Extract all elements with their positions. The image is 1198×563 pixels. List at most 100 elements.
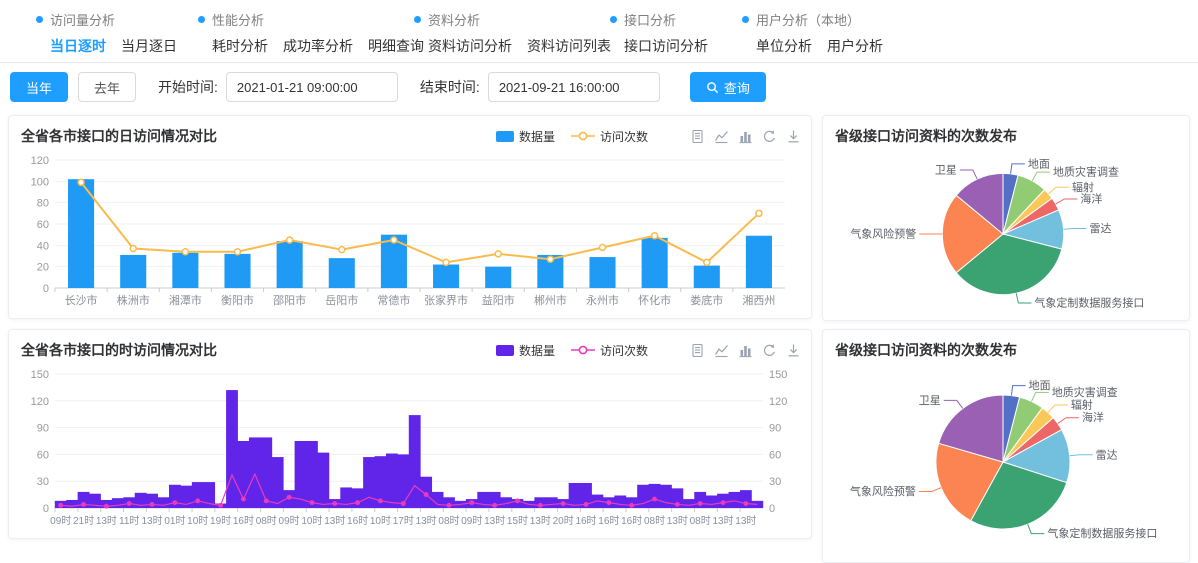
line-marker[interactable] — [653, 497, 656, 500]
legend-item-line-series[interactable]: 访问次数 — [571, 128, 648, 145]
line-marker[interactable] — [652, 233, 658, 239]
nav-item-4-0[interactable]: 单位分析 — [756, 36, 812, 56]
bar[interactable] — [158, 497, 170, 508]
line-marker[interactable] — [443, 259, 449, 265]
bar-chart-icon[interactable] — [738, 343, 753, 358]
line-marker[interactable] — [59, 504, 62, 507]
this-year-button[interactable]: 当年 — [10, 72, 68, 102]
bar[interactable] — [192, 482, 204, 508]
bar[interactable] — [277, 241, 303, 288]
bar[interactable] — [224, 254, 250, 288]
line-marker[interactable] — [470, 501, 473, 504]
bar[interactable] — [386, 454, 398, 508]
line-marker[interactable] — [447, 504, 450, 507]
nav-item-0-0[interactable]: 当日逐时 — [50, 36, 106, 56]
line-marker[interactable] — [600, 244, 606, 250]
line-marker[interactable] — [235, 249, 241, 255]
line-marker[interactable] — [333, 502, 336, 505]
bar[interactable] — [397, 454, 409, 508]
line-marker[interactable] — [78, 179, 84, 185]
line-marker[interactable] — [698, 502, 701, 505]
line-marker[interactable] — [391, 237, 397, 243]
line-marker[interactable] — [310, 501, 313, 504]
restore-icon[interactable] — [762, 343, 777, 358]
bar[interactable] — [112, 498, 124, 508]
line-marker[interactable] — [379, 499, 382, 502]
start-time-input[interactable] — [226, 72, 398, 102]
line-marker[interactable] — [493, 504, 496, 507]
bar[interactable] — [260, 437, 272, 508]
line-marker[interactable] — [173, 501, 176, 504]
line-marker[interactable] — [744, 502, 747, 505]
line-marker[interactable] — [287, 496, 290, 499]
line-marker[interactable] — [402, 502, 405, 505]
line-marker[interactable] — [265, 499, 268, 502]
bar[interactable] — [660, 485, 672, 508]
bar[interactable] — [485, 267, 511, 288]
nav-item-2-0[interactable]: 资料访问分析 — [428, 36, 512, 56]
legend-item-bar-series[interactable]: 数据量 — [496, 128, 555, 145]
line-marker[interactable] — [130, 246, 136, 252]
bar[interactable] — [306, 441, 318, 508]
bar[interactable] — [694, 266, 720, 288]
line-marker[interactable] — [424, 493, 427, 496]
bar[interactable] — [649, 484, 661, 508]
nav-item-2-1[interactable]: 资料访问列表 — [527, 36, 611, 56]
bar[interactable] — [363, 457, 375, 508]
bar[interactable] — [272, 457, 284, 508]
bar[interactable] — [432, 492, 444, 508]
line-marker[interactable] — [607, 501, 610, 504]
nav-item-1-1[interactable]: 成功率分析 — [283, 36, 353, 56]
nav-item-4-1[interactable]: 用户分析 — [827, 36, 883, 56]
download-icon[interactable] — [786, 343, 801, 358]
end-time-input[interactable] — [488, 72, 660, 102]
bar[interactable] — [683, 499, 695, 508]
line-marker[interactable] — [721, 501, 724, 504]
bar[interactable] — [317, 453, 329, 508]
line-marker[interactable] — [676, 503, 679, 506]
bar[interactable] — [642, 238, 668, 288]
bar[interactable] — [329, 258, 355, 288]
bar-chart-icon[interactable] — [738, 129, 753, 144]
line-marker[interactable] — [584, 503, 587, 506]
line-marker[interactable] — [150, 503, 153, 506]
nav-item-0-1[interactable]: 当月逐日 — [121, 36, 177, 56]
line-marker[interactable] — [82, 503, 85, 506]
line-chart-icon[interactable] — [714, 129, 729, 144]
line-marker[interactable] — [756, 210, 762, 216]
nav-item-1-0[interactable]: 耗时分析 — [212, 36, 268, 56]
bar[interactable] — [172, 253, 198, 288]
search-button[interactable]: 查询 — [690, 72, 766, 102]
bar[interactable] — [729, 492, 741, 508]
line-marker[interactable] — [539, 504, 542, 507]
legend-item-bar-series[interactable]: 数据量 — [496, 342, 555, 359]
line-marker[interactable] — [495, 251, 501, 257]
bar[interactable] — [746, 236, 772, 288]
bar[interactable] — [433, 265, 459, 288]
nav-item-3-0[interactable]: 接口访问分析 — [624, 36, 708, 56]
line-marker[interactable] — [356, 501, 359, 504]
line-marker[interactable] — [630, 504, 633, 507]
line-marker[interactable] — [105, 505, 108, 508]
bar[interactable] — [546, 497, 558, 508]
line-marker[interactable] — [704, 259, 710, 265]
line-marker[interactable] — [196, 499, 199, 502]
data-view-icon[interactable] — [690, 129, 705, 144]
line-marker[interactable] — [219, 504, 222, 507]
bar[interactable] — [477, 492, 489, 508]
last-year-button[interactable]: 去年 — [78, 72, 136, 102]
line-marker[interactable] — [287, 237, 293, 243]
data-view-icon[interactable] — [690, 343, 705, 358]
download-icon[interactable] — [786, 129, 801, 144]
bar[interactable] — [120, 255, 146, 288]
line-marker[interactable] — [128, 502, 131, 505]
restore-icon[interactable] — [762, 129, 777, 144]
line-marker[interactable] — [339, 247, 345, 253]
line-marker[interactable] — [182, 249, 188, 255]
line-chart-icon[interactable] — [714, 343, 729, 358]
legend-item-line-series[interactable]: 访问次数 — [571, 342, 648, 359]
line-marker[interactable] — [242, 497, 245, 500]
bar[interactable] — [409, 415, 421, 508]
bar[interactable] — [226, 390, 238, 508]
bar[interactable] — [706, 495, 718, 508]
